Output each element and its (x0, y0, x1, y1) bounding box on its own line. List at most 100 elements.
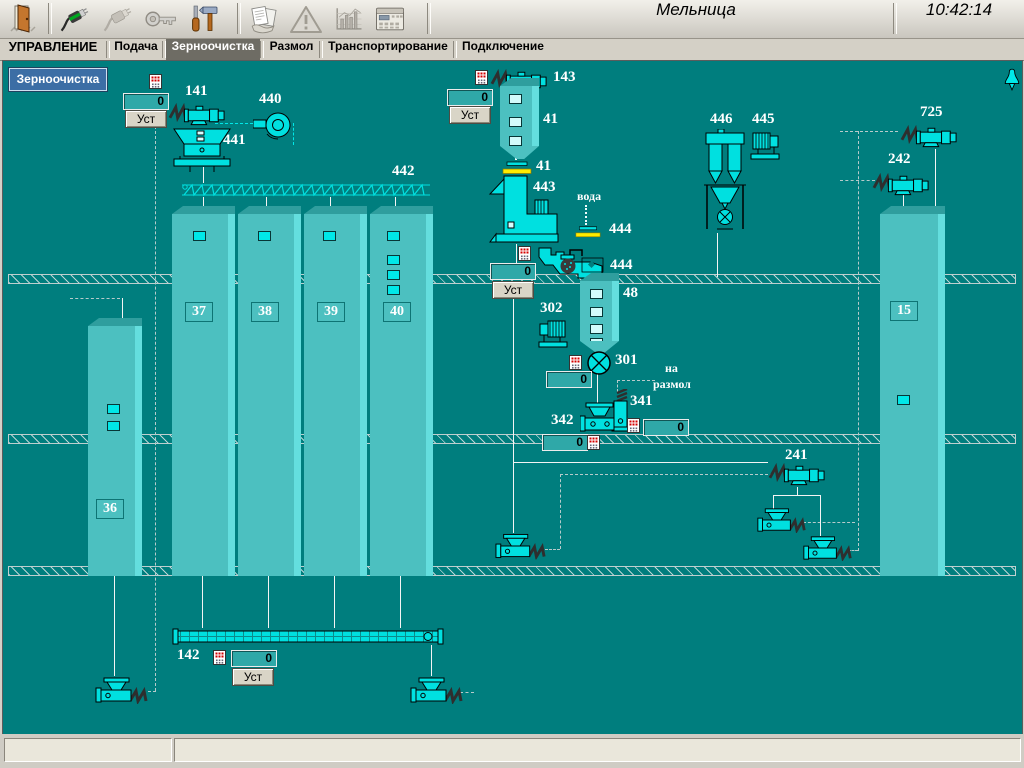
flow-display-301[interactable]: 0 (546, 371, 592, 388)
process-line (820, 495, 821, 536)
hopper-feeder[interactable] (802, 535, 854, 561)
setpoint-keypad-icon[interactable] (518, 246, 531, 261)
flow-display-141[interactable]: 0 (123, 93, 169, 110)
aspiration-fan-440[interactable] (253, 109, 293, 141)
floor-line (8, 434, 1016, 444)
tab-podkljuchenie[interactable]: Подключение (457, 39, 549, 60)
silo-side (294, 214, 301, 576)
setpoint-keypad-icon[interactable] (149, 74, 162, 89)
level-indicator (387, 231, 400, 241)
hopper-feeder[interactable] (495, 532, 547, 560)
silo-40: 40 (370, 214, 426, 576)
to-mill-label-2: размол (653, 377, 691, 392)
equipment-label-141: 141 (185, 83, 208, 100)
silo-side (228, 214, 235, 576)
level-indicator (509, 136, 522, 146)
equipment-label-41-valve: 41 (536, 158, 551, 175)
clock: 10:42:14 (896, 0, 1022, 37)
screw-feeder-725[interactable] (900, 123, 958, 149)
screw-lift-341-342[interactable] (580, 389, 632, 435)
level-indicator (387, 285, 400, 295)
equipment-label-446: 446 (710, 111, 733, 128)
process-line (114, 576, 115, 676)
alarm-warning-icon[interactable] (288, 3, 324, 35)
setpoint-keypad-icon[interactable] (627, 418, 640, 433)
tab-razmol[interactable]: Размол (264, 39, 319, 60)
blower-302[interactable] (536, 319, 570, 349)
screw-conveyor-442[interactable] (180, 183, 432, 197)
set-button-141[interactable]: Уст (125, 110, 167, 128)
bin-41 (500, 86, 532, 146)
set-button-444[interactable]: Уст (492, 281, 534, 299)
alarm-bell-icon[interactable] (1003, 67, 1021, 93)
separator-441[interactable] (170, 128, 234, 174)
silo-number: 37 (185, 302, 213, 322)
set-button-142[interactable]: Уст (232, 668, 274, 686)
process-line (513, 295, 514, 533)
dashed-line (155, 126, 156, 691)
silo-36: 36 (88, 326, 135, 576)
tab-podacha[interactable]: Подача (110, 39, 162, 60)
silo-roof (88, 318, 142, 326)
equipment-label-444-valve: 444 (609, 221, 632, 238)
setpoint-keypad-icon[interactable] (569, 355, 582, 370)
silo-37: 37 (172, 214, 228, 576)
level-indicator (258, 231, 271, 241)
blower-445[interactable] (748, 131, 782, 161)
trends-chart-icon[interactable] (330, 3, 366, 35)
window-title: Мельница (596, 0, 796, 37)
belt-conveyor-142[interactable] (172, 628, 444, 645)
slide-valve-41[interactable] (502, 161, 532, 175)
screw-feeder-242[interactable] (872, 171, 930, 197)
level-indicator (590, 307, 603, 317)
screw-feeder-141[interactable] (168, 101, 226, 127)
equipment-label-48: 48 (623, 285, 638, 302)
silo-number: 39 (317, 302, 345, 322)
level-indicator (509, 117, 522, 127)
set-button-143[interactable]: Уст (449, 106, 491, 124)
top-toolbar: Мельница 10:42:14 (0, 0, 1024, 39)
equipment-label-341: 341 (630, 393, 653, 410)
hopper-feeder[interactable] (410, 676, 464, 704)
flow-display-143[interactable]: 0 (447, 89, 493, 106)
connect-plug-icon[interactable] (58, 3, 94, 35)
hopper-feeder[interactable] (756, 507, 808, 533)
equipment-label-142: 142 (177, 647, 200, 664)
flow-display-142[interactable]: 0 (231, 650, 277, 667)
equipment-label-442: 442 (392, 163, 415, 180)
exit-door-icon[interactable] (6, 3, 42, 35)
tab-transportirovanie[interactable]: Транспортирование (323, 39, 453, 60)
flow-display-341[interactable]: 0 (643, 419, 689, 436)
tab-zernoochistka[interactable]: Зерноочистка (166, 39, 260, 60)
setpoint-keypad-icon[interactable] (475, 70, 488, 85)
operator-panel-icon[interactable] (372, 3, 408, 35)
screen-tab-bar: УПРАВЛЕНИЕ Подача Зерноочистка Размол Тр… (0, 39, 1024, 61)
cyclone-filter-446[interactable] (704, 129, 746, 233)
level-indicator (107, 404, 120, 414)
dashed-line (803, 522, 855, 523)
setpoint-keypad-icon[interactable] (213, 650, 226, 665)
silo-side (360, 214, 367, 576)
access-key-icon[interactable] (143, 3, 179, 35)
report-log-icon[interactable] (245, 3, 281, 35)
equipment-label-242: 242 (888, 151, 911, 168)
level-indicator (107, 421, 120, 431)
process-line (516, 244, 517, 263)
flow-display-342[interactable]: 0 (542, 434, 588, 451)
to-mill-label-1: на (665, 361, 678, 376)
screw-feeder-241[interactable] (768, 461, 826, 487)
flow-display-444[interactable]: 0 (490, 263, 536, 280)
water-valve-444[interactable] (575, 225, 601, 239)
silo-39: 39 (304, 214, 360, 576)
process-line (717, 233, 718, 277)
bin-side (532, 86, 539, 146)
disconnect-plug-icon[interactable] (101, 3, 137, 35)
process-line-dotted (585, 205, 587, 225)
status-panel-right (174, 738, 1021, 762)
mimic-canvas: 36 37 38 39 40 15 Зерноочистка 0 У (2, 60, 1023, 735)
hopper-feeder[interactable] (95, 676, 149, 704)
tab-upravlenie[interactable]: УПРАВЛЕНИЕ (0, 39, 106, 60)
setpoint-keypad-icon[interactable] (587, 435, 600, 450)
status-bar (0, 734, 1024, 768)
service-tools-icon[interactable] (186, 3, 222, 35)
